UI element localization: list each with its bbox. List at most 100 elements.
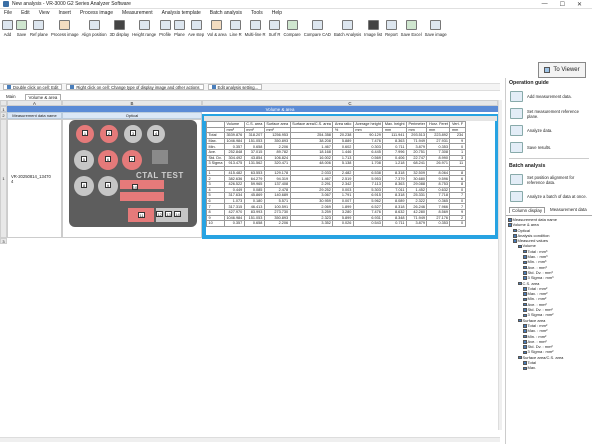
toolbar-button[interactable]: Ave step [188, 17, 204, 37]
toolbar-button[interactable]: Profile [159, 17, 171, 37]
toolbar-button[interactable]: Compare CAD [304, 17, 331, 37]
toolbar-button[interactable]: Align position [82, 17, 107, 37]
checkbox-icon[interactable] [523, 334, 527, 339]
checkbox-icon[interactable] [523, 366, 527, 370]
hint-edit: Double click on cell: Edit [3, 84, 63, 90]
to-viewer-button[interactable]: To Viewer [538, 62, 586, 78]
toolbar-button[interactable]: Report [385, 17, 398, 37]
toolbar-button[interactable]: Surf R [269, 17, 280, 37]
checkbox-icon[interactable] [523, 287, 527, 291]
toolbar-button[interactable]: Compare [283, 17, 301, 37]
plane-icon [173, 20, 185, 30]
close-button[interactable]: ✕ [577, 1, 582, 8]
align-icon [510, 174, 523, 185]
checkbox-icon[interactable] [518, 281, 522, 286]
checkbox-icon[interactable] [518, 244, 522, 249]
checkbox-icon[interactable] [523, 292, 527, 296]
guide-step-add[interactable]: Add measurement data. [506, 88, 592, 105]
toolbar-button[interactable]: 3D display [110, 17, 129, 37]
checkbox-icon[interactable] [523, 324, 527, 328]
toolbar-button[interactable]: Plane [173, 17, 185, 37]
checkbox-icon[interactable] [508, 223, 512, 227]
checkbox-icon[interactable] [523, 260, 527, 265]
edit-icon [7, 85, 11, 89]
tab-main[interactable]: Main [3, 94, 19, 99]
guide-step-analyze[interactable]: Analyze data. [506, 122, 592, 139]
minimize-button[interactable]: — [542, 1, 548, 8]
excel-icon [405, 20, 417, 30]
checkbox-icon[interactable] [523, 350, 527, 355]
height-icon [138, 20, 150, 30]
horizontal-scrollbar[interactable] [0, 437, 500, 442]
checkbox-icon[interactable] [513, 234, 517, 238]
toolbar-button[interactable]: Batch Analysis [334, 17, 361, 37]
tab-measurement-data[interactable]: Measurement data [550, 207, 587, 213]
row-number[interactable]: 2 [0, 112, 7, 119]
checkbox-icon[interactable] [523, 265, 527, 270]
checkbox-icon[interactable] [523, 340, 527, 344]
edit-analysis-setting-button[interactable]: Edit analysis setting... [207, 84, 263, 90]
right-click-icon [70, 85, 75, 89]
menu-item[interactable]: Insert [58, 10, 71, 16]
toolbar-button[interactable]: Line R [230, 17, 242, 37]
checkbox-icon[interactable] [523, 329, 527, 333]
toolbar-button[interactable]: Image list [364, 17, 382, 37]
tree-item-label: C.S. area [522, 280, 540, 286]
guide-step-ref-plane[interactable]: Set measurement reference plane. [506, 105, 592, 122]
toolbar-button[interactable]: Save Excel [401, 17, 422, 37]
menu-item[interactable]: Analysis template [162, 10, 201, 16]
menu-item[interactable]: Process image [80, 10, 113, 16]
table-cell: 0.353 [426, 220, 451, 227]
maximize-button[interactable]: ☐ [560, 1, 565, 8]
tree-item-label: 3 Sigma : mm³ [527, 275, 554, 281]
guide-step-label: Set measurement reference plane. [527, 108, 579, 119]
checkbox-icon[interactable] [513, 228, 517, 233]
menu-item[interactable]: File [4, 10, 12, 16]
checkbox-icon[interactable] [508, 218, 512, 222]
batch-step-align[interactable]: Set position alignment for reference dat… [506, 171, 592, 188]
toolbar-button[interactable]: Multi-line R [245, 17, 266, 37]
checkbox-icon[interactable] [523, 297, 527, 302]
checkbox-icon[interactable] [518, 318, 522, 323]
menu-item[interactable]: View [39, 10, 50, 16]
batch-step-analyze[interactable]: Analyze a batch of data at once. [506, 188, 592, 205]
menu-item[interactable]: Help [272, 10, 282, 16]
vertical-scrollbar[interactable] [498, 100, 502, 430]
row-number[interactable]: 3 [0, 238, 7, 244]
annotation-label: 1 [82, 130, 88, 136]
checkbox-icon[interactable] [523, 308, 527, 312]
toolbar-button[interactable]: Height range [132, 17, 156, 37]
checkbox-icon[interactable] [523, 345, 527, 349]
checkbox-icon[interactable] [523, 249, 527, 254]
checkbox-icon[interactable] [518, 355, 522, 360]
menu-item[interactable]: Batch analysis [210, 10, 242, 16]
checkbox-icon[interactable] [523, 271, 527, 275]
toolbar-button[interactable]: Process image [51, 17, 79, 37]
table-cell: 0 [449, 220, 466, 227]
checkbox-icon[interactable] [523, 361, 527, 365]
measurement-name-cell[interactable]: VR-20250814_134704 [7, 119, 62, 238]
toolbar-button[interactable]: Ref plane [30, 17, 48, 37]
checkbox-icon[interactable] [523, 255, 527, 259]
checkbox-icon[interactable] [523, 276, 527, 280]
tree-item[interactable]: Max. [508, 365, 590, 370]
toolbar-button[interactable]: Save [16, 17, 27, 37]
tab-column-display[interactable]: Column display [509, 207, 546, 213]
tab-volume-area[interactable]: Volume & area [24, 93, 62, 100]
table-cell: 1046.984 [223, 214, 245, 222]
tree-item-label: 3 Sigma : mm² [527, 312, 554, 318]
checkbox-icon[interactable] [523, 302, 527, 307]
row-number[interactable]: 1 [0, 119, 7, 238]
toolbar-button[interactable]: Vol & area [207, 17, 227, 37]
guide-step-save[interactable]: Save results. [506, 139, 592, 156]
tree-item-label: Max. : mm³ [527, 254, 548, 260]
toolbar-button[interactable]: Add [2, 17, 13, 37]
toolbar-button-label: Profile [159, 32, 171, 37]
checkbox-icon[interactable] [513, 239, 517, 243]
toolbar-button[interactable]: Save image [425, 17, 447, 37]
menu-item[interactable]: Tools [251, 10, 263, 16]
menu-item[interactable]: Measurement [122, 10, 153, 16]
tree-item-label: Volume [522, 243, 536, 249]
checkbox-icon[interactable] [523, 313, 527, 318]
menu-item[interactable]: Edit [21, 10, 30, 16]
